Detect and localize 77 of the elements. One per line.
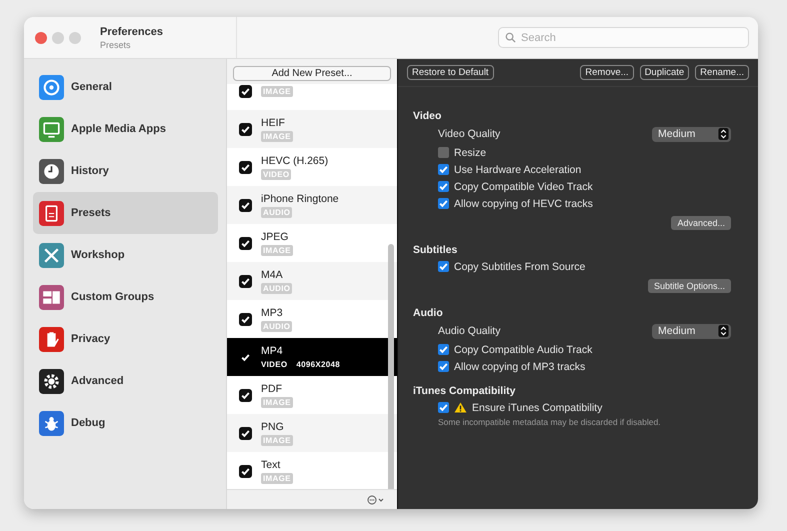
layout-icon xyxy=(39,284,64,310)
checkbox-label: Copy Subtitles From Source xyxy=(454,260,586,272)
setting-label: Video Quality xyxy=(438,128,500,140)
sidebar-item[interactable]: Apple Media Apps xyxy=(33,108,218,150)
sidebar-item[interactable]: Custom Groups xyxy=(33,276,218,318)
preset-checkbox[interactable] xyxy=(239,160,252,174)
scrollbar[interactable] xyxy=(388,244,394,489)
preset-name: MP3 xyxy=(261,306,284,318)
options-button[interactable]: Advanced... xyxy=(671,216,731,230)
stepper-icon xyxy=(718,325,729,337)
preset-checkbox[interactable] xyxy=(239,312,252,326)
preset-resolution-tag: 4096X2048 xyxy=(296,358,340,370)
section-title: Subtitles xyxy=(413,244,458,256)
checkbox-label: Copy Compatible Audio Track xyxy=(454,344,592,356)
preset-row[interactable]: MP4 VIDEO 4096X2048 xyxy=(227,338,397,376)
checkbox-label: Allow copying of HEVC tracks xyxy=(454,198,593,210)
preset-checkbox[interactable] xyxy=(239,426,252,440)
checkbox[interactable] xyxy=(438,344,449,355)
preset-type-tag: VIDEO xyxy=(261,358,288,370)
preset-name: PDF xyxy=(261,382,283,394)
preset-name: iPhone Ringtone xyxy=(261,192,339,204)
preset-checkbox[interactable] xyxy=(239,388,252,402)
preset-checkbox[interactable] xyxy=(239,464,252,478)
preset-name: HEVC (H.265) xyxy=(261,154,328,166)
add-preset-button[interactable]: Add New Preset... xyxy=(233,66,391,81)
preset-checkbox[interactable] xyxy=(239,236,252,250)
checkbox[interactable] xyxy=(438,164,449,175)
options-button[interactable]: Subtitle Options... xyxy=(648,279,731,293)
sidebar-item[interactable]: History xyxy=(33,150,218,192)
checkbox[interactable] xyxy=(438,181,449,192)
close-icon[interactable] xyxy=(35,32,47,44)
checkbox-label: Use Hardware Acceleration xyxy=(454,164,582,176)
preset-name: M4A xyxy=(261,268,284,280)
toolbar-button[interactable]: Rename... xyxy=(695,65,749,80)
sidebar-item[interactable]: Advanced xyxy=(33,360,218,402)
checkbox-label: Allow copying of MP3 tracks xyxy=(454,360,586,372)
toolbar-button[interactable]: Remove... xyxy=(580,65,634,80)
checkbox[interactable] xyxy=(438,147,449,158)
stepper-icon xyxy=(718,128,729,140)
preset-checkbox[interactable] xyxy=(239,274,252,288)
hand-icon xyxy=(39,326,64,352)
preset-name: PNG xyxy=(261,420,285,432)
search-field[interactable]: Search xyxy=(498,27,749,48)
preset-name: Text xyxy=(261,458,282,470)
sidebar-item[interactable]: Presets xyxy=(33,192,218,234)
sidebar-item[interactable]: Privacy xyxy=(33,318,218,360)
sidebar-item[interactable]: General xyxy=(33,66,218,108)
preset-name: HEIF xyxy=(261,116,286,128)
preset-name: JPEG xyxy=(261,230,290,242)
sidebar-item[interactable]: Workshop xyxy=(33,234,218,276)
quality-dropdown[interactable]: Medium xyxy=(652,324,731,338)
sidebar-item[interactable]: Debug xyxy=(33,402,218,444)
clock-icon xyxy=(39,158,64,184)
checkbox[interactable] xyxy=(438,261,449,272)
toolbar-button[interactable]: Duplicate xyxy=(640,65,690,80)
checkbox[interactable] xyxy=(438,198,449,209)
checkbox[interactable] xyxy=(438,402,449,413)
preset-checkbox[interactable] xyxy=(239,198,252,212)
setting-label: Audio Quality xyxy=(438,325,500,337)
monitor-icon xyxy=(39,116,64,142)
quality-dropdown[interactable]: Medium xyxy=(652,126,731,142)
hint-text: Some incompatible metadata may be discarded if disabled. xyxy=(437,417,662,427)
window-title: Preferences xyxy=(100,26,163,38)
window-subtitle: Presets xyxy=(100,40,132,50)
checkbox-label: Ensure iTunes Compatibility xyxy=(472,402,602,414)
section-title: iTunes Compatibility xyxy=(413,385,516,397)
section-title: Video xyxy=(413,110,442,122)
toolbar-button[interactable]: Restore to Default xyxy=(407,65,494,80)
checkbox-label: Copy Compatible Video Track xyxy=(454,180,593,192)
checkbox-label: Resize xyxy=(454,146,486,158)
preset-checkbox[interactable] xyxy=(239,84,252,98)
bug-icon xyxy=(39,410,64,436)
document-icon xyxy=(39,200,64,226)
preset-checkbox[interactable] xyxy=(239,122,252,136)
section-title: Audio xyxy=(413,307,444,319)
preset-name: MP4 xyxy=(261,344,284,356)
checkbox[interactable] xyxy=(438,361,449,372)
